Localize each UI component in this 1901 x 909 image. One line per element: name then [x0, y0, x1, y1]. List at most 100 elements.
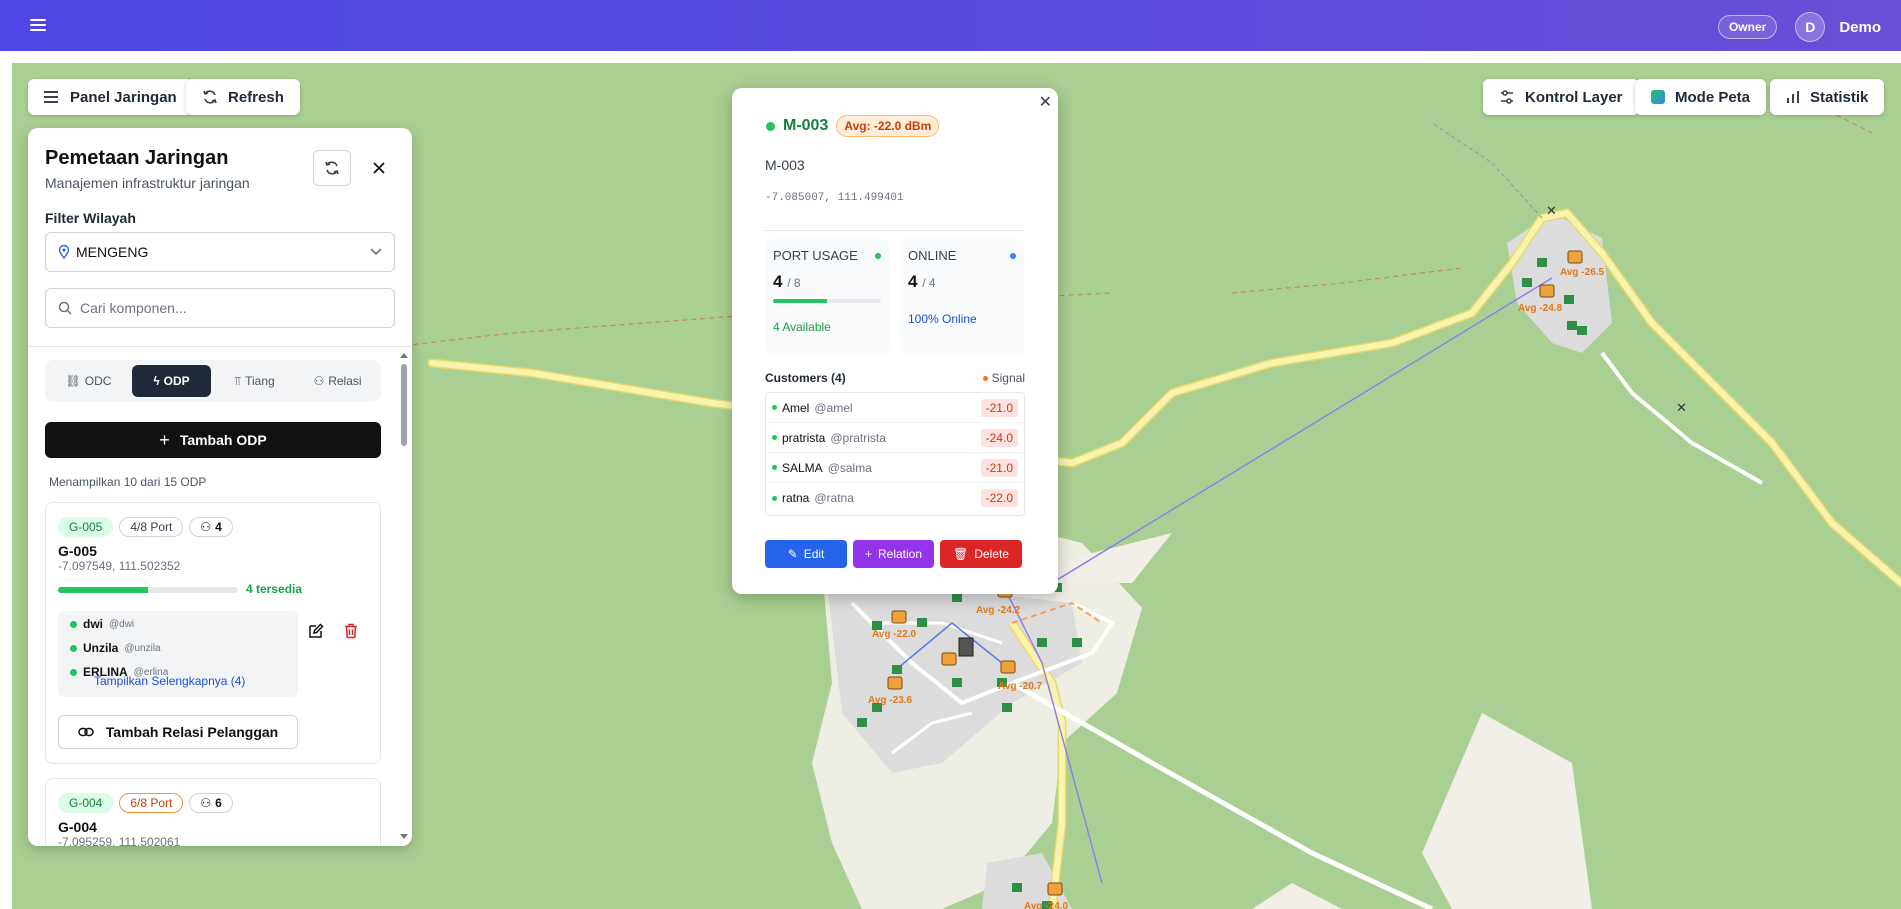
- layer-control-label: Kontrol Layer: [1525, 88, 1623, 106]
- list-item[interactable]: SALMA @salma -21.0: [766, 453, 1024, 483]
- map-mode-button[interactable]: Mode Peta: [1635, 79, 1767, 115]
- map-label: Avg -20.7: [998, 681, 1043, 692]
- close-popup-button[interactable]: ✕: [1039, 92, 1052, 112]
- list-item: Unzila @unzila: [70, 641, 161, 655]
- signal-value: -22.0: [980, 489, 1018, 507]
- layer-control-button[interactable]: Kontrol Layer: [1483, 79, 1639, 115]
- edit-label: Edit: [803, 547, 825, 561]
- refresh-icon: [325, 161, 339, 175]
- customer-username: @dwi: [109, 618, 135, 630]
- status-dot: [772, 405, 777, 410]
- online-stat: ONLINE 4 / 4 100% Online: [900, 239, 1024, 355]
- stat-value: 4 / 8: [773, 272, 801, 292]
- add-odp-button[interactable]: + Tambah ODP: [45, 422, 381, 458]
- customers-header: Customers (4) Signal: [765, 371, 1025, 385]
- customer-count-badge: ⚇ 4: [189, 517, 233, 537]
- statistics-label: Statistik: [1810, 88, 1869, 106]
- list-item[interactable]: pratrista @pratrista -24.0: [766, 423, 1024, 453]
- delete-button[interactable]: 🗑 Delete: [940, 540, 1022, 568]
- reload-button[interactable]: [313, 150, 351, 186]
- component-tabs: ⛓ ODC ϟ ODP ⫪ Tiang ⚇ Relasi: [45, 360, 381, 402]
- add-odp-label: Tambah ODP: [179, 432, 267, 448]
- status-dot: [766, 121, 775, 131]
- customer-name: SALMA: [782, 460, 823, 475]
- list-item[interactable]: Amel @amel -21.0: [766, 393, 1024, 423]
- customer-username: @unzila: [124, 642, 161, 654]
- map-mode-icon: [1651, 90, 1665, 104]
- tab-tiang[interactable]: ⫪ Tiang: [215, 365, 294, 397]
- tab-label: ODP: [163, 374, 190, 388]
- svg-text:✕: ✕: [1676, 401, 1687, 416]
- relation-label: Relation: [877, 547, 923, 561]
- region-select[interactable]: MENGENG: [45, 232, 395, 272]
- signal-label: Signal: [991, 371, 1025, 385]
- panel-network-label: Panel Jaringan: [70, 88, 177, 106]
- customer-name: Unzila: [83, 641, 119, 655]
- signal-value: -24.0: [980, 428, 1018, 447]
- avatar[interactable]: D: [1795, 12, 1826, 42]
- trash-icon: 🗑: [953, 547, 969, 561]
- refresh-button[interactable]: Refresh: [186, 79, 300, 115]
- sliders-icon: [1501, 90, 1513, 104]
- close-panel-button[interactable]: [367, 156, 391, 180]
- pole-icon: ⫪: [234, 373, 242, 388]
- customer-username: @ratna: [814, 491, 854, 505]
- search-icon: [58, 301, 72, 315]
- panel-title: Pemetaan Jaringan: [45, 147, 229, 169]
- show-more-link[interactable]: Tampilkan Selengkapnya (4): [94, 674, 245, 688]
- top-bar: Owner D Demo: [0, 0, 1901, 51]
- edit-button[interactable]: ✎ Edit: [765, 540, 847, 568]
- map-pin-icon: [58, 245, 70, 259]
- role-badge: Owner: [1717, 15, 1778, 39]
- username[interactable]: Demo: [1839, 19, 1881, 36]
- statistics-button[interactable]: Statistik: [1770, 79, 1885, 115]
- odp-card[interactable]: G-005 4/8 Port ⚇ 4 G-005 -7.097549, 111.…: [45, 502, 381, 764]
- user-area: Owner D Demo: [1717, 12, 1881, 42]
- avg-signal-badge: Avg: -22.0 dBm: [836, 115, 940, 137]
- status-dot: [1010, 253, 1016, 259]
- panel-network-button[interactable]: Panel Jaringan: [28, 79, 193, 115]
- customer-count: 6: [215, 796, 222, 810]
- add-customer-relation-button[interactable]: Tambah Relasi Pelanggan: [58, 715, 298, 749]
- stat-number: 4: [908, 272, 918, 291]
- tab-odp[interactable]: ϟ ODP: [132, 365, 211, 397]
- users-icon: ⚇: [200, 796, 212, 810]
- delete-button[interactable]: [344, 623, 358, 644]
- tab-odc[interactable]: ⛓ ODC: [49, 365, 128, 397]
- customer-list: Amel @amel -21.0 pratrista @pratrista -2…: [765, 392, 1025, 516]
- menu-icon[interactable]: [28, 16, 48, 34]
- search-box[interactable]: [45, 288, 395, 328]
- refresh-icon: [203, 90, 217, 104]
- map-label: Avg -24.0: [1024, 901, 1069, 909]
- tab-label: ODC: [84, 374, 112, 388]
- list-item[interactable]: ratna @ratna -22.0: [766, 483, 1024, 513]
- map-label: Avg -24.2: [976, 605, 1021, 616]
- scrollbar-thumb[interactable]: [401, 364, 407, 446]
- odp-popup: ✕ M-003 Avg: -22.0 dBm M-003 -7.085007, …: [732, 88, 1058, 594]
- divider: [765, 230, 1025, 231]
- filter-label: Filter Wilayah: [45, 210, 136, 226]
- tab-label: Relasi: [328, 374, 362, 388]
- map-label: Avg -24.8: [1518, 303, 1563, 314]
- map-label: Avg -22.0: [872, 629, 917, 640]
- list-item: dwi @dwi: [70, 617, 134, 631]
- online-percent: 100% Online: [908, 312, 977, 326]
- stat-label: ONLINE: [908, 248, 957, 263]
- status-dot: [772, 435, 777, 440]
- customer-username: @salma: [827, 460, 872, 475]
- tab-relasi[interactable]: ⚇ Relasi: [298, 365, 377, 397]
- users-icon: ⚇: [200, 520, 212, 534]
- port-badge: 6/8 Port: [119, 793, 184, 813]
- bolt-icon: ϟ: [153, 374, 160, 388]
- search-input[interactable]: [80, 300, 380, 316]
- port-usage-fill: [773, 299, 827, 303]
- relation-button[interactable]: + Relation: [853, 540, 934, 568]
- edit-button[interactable]: [308, 623, 324, 644]
- popup-name: M-003: [765, 157, 805, 173]
- map-label: Avg -23.6: [868, 695, 913, 706]
- customer-count-badge: ⚇ 6: [189, 793, 233, 813]
- edit-icon: [309, 623, 324, 638]
- link-icon: [78, 727, 94, 737]
- port-usage-bar: [773, 299, 881, 303]
- odp-card[interactable]: G-004 6/8 Port ⚇ 6 G-004 -7.095259, 111.…: [45, 778, 381, 846]
